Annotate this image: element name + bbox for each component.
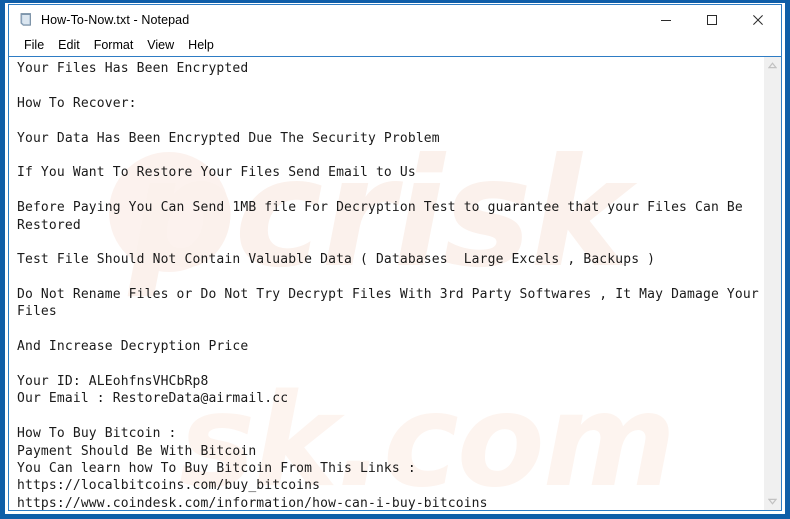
caption-button-group: [643, 5, 781, 35]
ransom-note-text: Your Files Has Been Encrypted How To Rec…: [17, 60, 763, 510]
note-line: [17, 112, 763, 129]
menu-item-edit[interactable]: Edit: [51, 37, 87, 55]
note-line: Files: [17, 304, 57, 320]
note-line: How To Recover:: [17, 95, 137, 111]
scrollbar-track[interactable]: [764, 74, 781, 493]
menu-bar: File Edit Format View Help: [9, 35, 781, 56]
close-button[interactable]: [735, 5, 781, 35]
note-line: Do Not Rename Files or Do Not Try Decryp…: [17, 287, 759, 303]
menu-item-format[interactable]: Format: [87, 37, 141, 55]
note-line: [17, 182, 763, 199]
notepad-icon: [18, 12, 34, 28]
maximize-button[interactable]: [689, 5, 735, 35]
note-line: How To Buy Bitcoin :: [17, 426, 177, 442]
window-title: How-To-Now.txt - Notepad: [41, 13, 190, 27]
note-line: [17, 147, 763, 164]
scroll-down-button[interactable]: [764, 493, 781, 510]
note-line: If You Want To Restore Your Files Send E…: [17, 165, 416, 181]
note-line: And Increase Decryption Price: [17, 339, 249, 355]
title-bar-left: How-To-Now.txt - Notepad: [9, 12, 189, 28]
note-line: Your ID: ALEohfnsVHCbRp8: [17, 374, 209, 390]
note-line: https://localbitcoins.com/buy_bitcoins: [17, 478, 321, 494]
note-line: [17, 234, 763, 251]
scroll-up-button[interactable]: [764, 57, 781, 74]
notepad-window: How-To-Now.txt - Notepad File Edit Forma…: [0, 0, 790, 519]
menu-item-help[interactable]: Help: [181, 37, 221, 55]
title-bar[interactable]: How-To-Now.txt - Notepad: [9, 5, 781, 35]
note-line: [17, 321, 763, 338]
minimize-button[interactable]: [643, 5, 689, 35]
note-line: Payment Should Be With Bitcoin: [17, 443, 257, 459]
note-line: Test File Should Not Contain Valuable Da…: [17, 252, 656, 268]
note-line: You Can learn how To Buy Bitcoin From Th…: [17, 460, 416, 476]
note-line: [17, 77, 763, 94]
vertical-scrollbar[interactable]: [763, 57, 781, 510]
editor-region: pcrisk sk.com Your Files Has Been Encryp…: [9, 56, 781, 510]
note-line: Our Email : RestoreData@airmail.cc: [17, 391, 289, 407]
note-line: Your Data Has Been Encrypted Due The Sec…: [17, 130, 440, 146]
note-line: Your Files Has Been Encrypted: [17, 61, 249, 76]
text-editor[interactable]: pcrisk sk.com Your Files Has Been Encryp…: [9, 57, 763, 510]
window-client-area: How-To-Now.txt - Notepad File Edit Forma…: [8, 4, 782, 511]
note-line: Before Paying You Can Send 1MB file For …: [17, 200, 743, 216]
note-line: [17, 269, 763, 286]
note-line: https://www.coindesk.com/information/how…: [17, 495, 488, 510]
note-line: [17, 408, 763, 425]
note-line: Restored: [17, 217, 81, 233]
menu-item-view[interactable]: View: [140, 37, 181, 55]
menu-item-file[interactable]: File: [17, 37, 51, 55]
note-line: [17, 356, 763, 373]
